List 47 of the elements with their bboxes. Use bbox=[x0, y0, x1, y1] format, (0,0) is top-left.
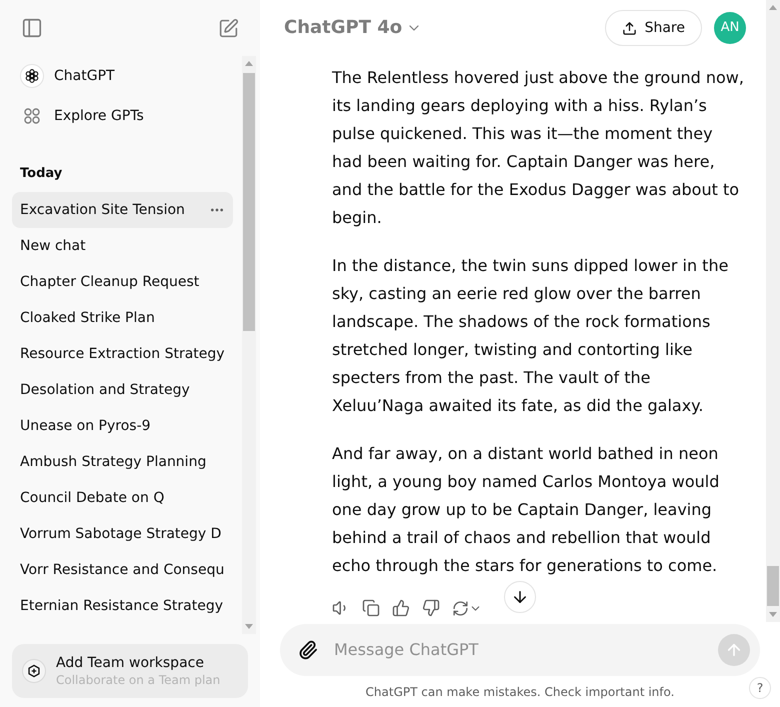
refresh-icon bbox=[452, 600, 469, 616]
message-paragraph: And far away, on a distant world bathed in neon light, a young boy named Carlos Montoya would one day grow up to be Captain Danger, leaving behind a trail of chaos and rebellion that would echo through the stars for generations to come. bbox=[332, 443, 720, 577]
help-button[interactable]: ? bbox=[749, 677, 771, 699]
chat-history-item[interactable]: Vorrum Sabotage Strategy D bbox=[12, 516, 233, 552]
chat-history-item[interactable]: Resource Extraction Strategy bbox=[12, 336, 233, 372]
chat-history-item[interactable]: Desolation and Strategy bbox=[12, 372, 233, 408]
edit-icon[interactable] bbox=[218, 18, 239, 38]
chat-history-item[interactable]: Eternian Resistance Strategy bbox=[12, 588, 233, 624]
thumbs-up-icon[interactable] bbox=[392, 599, 410, 617]
message-field[interactable]: Message ChatGPT bbox=[334, 638, 718, 662]
chat-history-item[interactable]: Unease on Pyros-9 bbox=[12, 408, 233, 444]
chat-history-item[interactable]: Chapter Cleanup Request bbox=[12, 264, 233, 300]
share-icon bbox=[622, 20, 637, 36]
scroll-down-arrow-icon[interactable] bbox=[245, 624, 253, 629]
sidebar-nav-item[interactable]: ChatGPT bbox=[12, 56, 233, 96]
model-selector[interactable]: ChatGPT 4o bbox=[284, 14, 422, 42]
grid-dots-icon bbox=[24, 108, 40, 124]
workspace-subtitle: Collaborate on a Team plan bbox=[56, 672, 220, 688]
message-paragraph: The Relentless hovered just above the ground now, its landing gears deploying with a hiss. Rylan’s pulse quickened. This was it—the moment they had been waiting for. Captain Danger was here, and the battle for the Exodus Dagger was about to begin. bbox=[332, 67, 745, 229]
logo-icon bbox=[20, 64, 44, 88]
scrollbar-thumb[interactable] bbox=[243, 73, 255, 331]
chat-history-item[interactable]: Cloaked Strike Plan bbox=[12, 300, 233, 336]
arrow-down-icon bbox=[511, 588, 529, 606]
chat-history-item[interactable]: Excavation Site Tension bbox=[12, 192, 233, 228]
thumbs-down-icon[interactable] bbox=[422, 599, 440, 617]
hexagon-plus-icon bbox=[22, 659, 46, 683]
message-input[interactable]: Message ChatGPT bbox=[280, 624, 760, 676]
scroll-up-arrow-icon[interactable] bbox=[769, 5, 777, 10]
chat-history-item[interactable]: Vorr Resistance and Consequ bbox=[12, 552, 233, 588]
chat-history-item[interactable]: New chat bbox=[12, 228, 233, 264]
paperclip-icon[interactable] bbox=[298, 640, 318, 660]
team-workspace-button[interactable]: Add Team workspace Collaborate on a Team plan bbox=[12, 644, 248, 698]
panel-icon[interactable] bbox=[21, 17, 43, 39]
scroll-down-button[interactable] bbox=[504, 581, 536, 613]
share-button[interactable]: Share bbox=[604, 10, 702, 46]
scroll-up-arrow-icon[interactable] bbox=[245, 61, 253, 66]
workspace-title: Add Team workspace bbox=[56, 654, 205, 672]
section-heading: Today bbox=[19, 165, 64, 184]
copy-icon[interactable] bbox=[362, 599, 380, 617]
chat-history-item[interactable]: Ambush Strategy Planning bbox=[12, 444, 233, 480]
scroll-down-arrow-icon[interactable] bbox=[769, 612, 777, 617]
regenerate-button[interactable] bbox=[452, 600, 482, 616]
chat-history-item[interactable]: Council Debate on Q bbox=[12, 480, 233, 516]
message-paragraph: In the distance, the twin suns dipped lower in the sky, casting an eerie red glow over the barren landscape. The shadows of the rock formations stretched longer, twisting and contorting like specters from the past. The vault of the Xeluu’Naga awaited its fate, as did the galaxy. bbox=[332, 255, 730, 417]
scrollbar-thumb[interactable] bbox=[767, 566, 779, 606]
disclaimer-text: ChatGPT can make mistakes. Check important info. bbox=[366, 684, 674, 700]
sidebar-nav-item[interactable]: Explore GPTs bbox=[12, 96, 233, 136]
